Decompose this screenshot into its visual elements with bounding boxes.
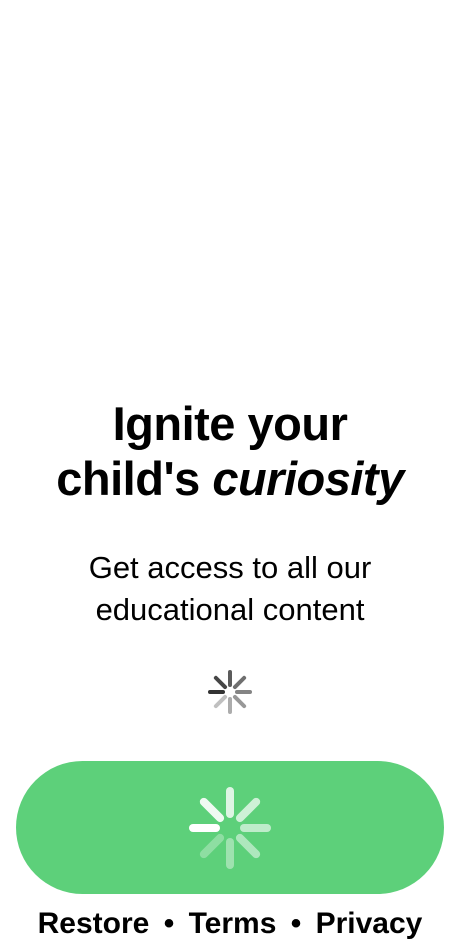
spinner-spoke bbox=[213, 675, 228, 690]
activity-spinner-icon bbox=[208, 670, 252, 714]
headline-accent: curiosity bbox=[212, 452, 404, 505]
spinner-spoke bbox=[235, 797, 261, 823]
headline-prefix: child's bbox=[56, 452, 213, 505]
headline-line-1: Ignite your bbox=[112, 397, 348, 450]
terms-link[interactable]: Terms bbox=[189, 907, 277, 940]
footer-links: Restore • Terms • Privacy bbox=[0, 904, 460, 944]
spinner-spoke bbox=[199, 833, 225, 859]
spinner-spoke bbox=[199, 797, 225, 823]
headline-line-2: child's curiosity bbox=[0, 451, 460, 506]
footer-separator: • bbox=[163, 907, 175, 940]
spinner-spoke bbox=[232, 675, 247, 690]
subtitle-line-1: Get access to all our bbox=[88, 550, 372, 585]
activity-spinner-icon bbox=[189, 787, 271, 869]
restore-link[interactable]: Restore bbox=[38, 907, 150, 940]
spinner-spoke bbox=[213, 694, 228, 709]
subtitle: Get access to all our educational conten… bbox=[0, 547, 460, 631]
subtitle-line-2: educational content bbox=[95, 592, 365, 627]
footer-separator: • bbox=[290, 907, 302, 940]
headline: Ignite your child's curiosity bbox=[0, 396, 460, 506]
spinner-spoke bbox=[235, 833, 261, 859]
privacy-link[interactable]: Privacy bbox=[316, 907, 423, 940]
spinner-spoke bbox=[232, 694, 247, 709]
subscribe-button[interactable] bbox=[16, 761, 444, 894]
